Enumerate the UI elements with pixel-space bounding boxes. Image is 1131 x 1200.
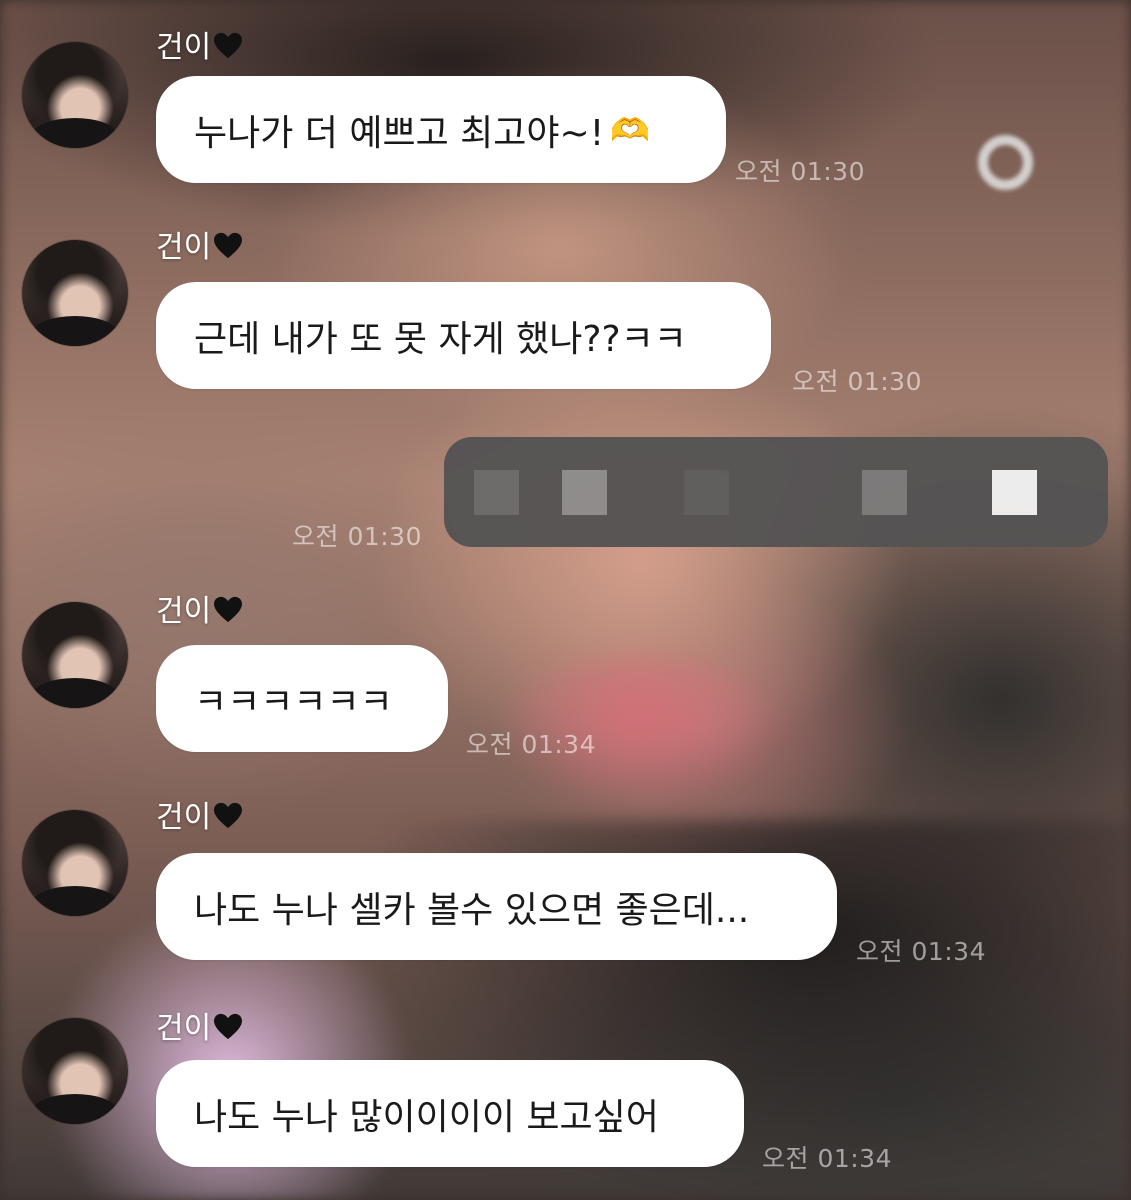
redaction-block: [562, 470, 607, 515]
sender-name: 건이: [156, 792, 243, 836]
avatar[interactable]: [22, 1018, 128, 1124]
message-time: 오전 01:30: [792, 367, 922, 396]
message-bubble[interactable]: ㅋㅋㅋㅋㅋㅋ: [156, 645, 448, 752]
redaction-block: [684, 470, 729, 515]
message-time: 오전 01:34: [762, 1144, 892, 1173]
sender-name: 건이: [156, 586, 243, 630]
black-heart-icon: [214, 32, 243, 59]
message-bubble[interactable]: 근데 내가 또 못 자게 했나??ㅋㅋ: [156, 282, 771, 389]
avatar[interactable]: [22, 240, 128, 346]
black-heart-icon: [214, 1013, 243, 1040]
message-time: 오전 01:34: [466, 730, 596, 759]
background-photo-detail: [978, 135, 1033, 190]
heart-hands-icon: 🫶: [610, 110, 650, 149]
outgoing-message-bubble[interactable]: [444, 437, 1108, 547]
message-time: 오전 01:34: [856, 937, 986, 966]
avatar[interactable]: [22, 42, 128, 148]
avatar[interactable]: [22, 810, 128, 916]
redaction-block: [862, 470, 907, 515]
message-bubble[interactable]: 나도 누나 셀카 볼수 있으면 좋은데...: [156, 853, 837, 960]
black-heart-icon: [214, 802, 243, 829]
black-heart-icon: [214, 232, 243, 259]
message-time: 오전 01:30: [735, 157, 865, 186]
message-bubble[interactable]: 누나가 더 예쁘고 최고야~! 🫶: [156, 76, 726, 183]
avatar[interactable]: [22, 602, 128, 708]
black-heart-icon: [214, 596, 243, 623]
message-bubble[interactable]: 나도 누나 많이이이이 보고싶어: [156, 1060, 744, 1167]
sender-name: 건이: [156, 1003, 243, 1047]
redaction-block: [474, 470, 519, 515]
sender-name: 건이: [156, 222, 243, 266]
sender-name: 건이: [156, 22, 243, 66]
message-time: 오전 01:30: [292, 522, 422, 551]
redaction-block: [992, 470, 1037, 515]
